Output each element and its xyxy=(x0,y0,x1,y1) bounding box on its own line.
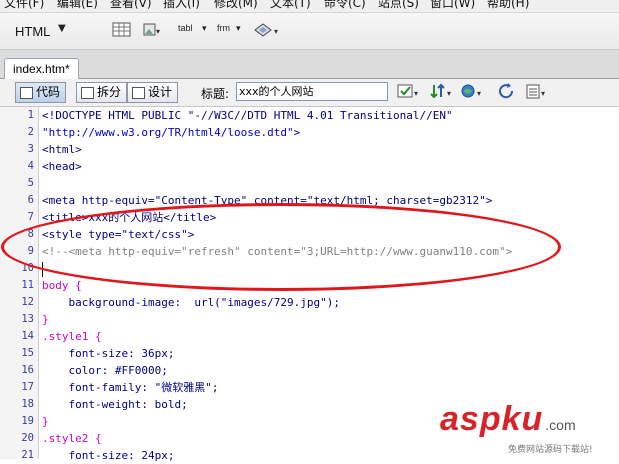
line-number: 12 xyxy=(21,296,34,308)
menu-edit[interactable]: 编辑(E) xyxy=(57,0,98,11)
refresh-icon[interactable] xyxy=(498,83,516,101)
code-line: .style1 { xyxy=(42,330,102,343)
code-line: <html> xyxy=(42,143,82,156)
line-number-gutter: 1 2 3 4 5 6 7 8 9 10 11 12 13 14 15 16 17 18 19 20 21 xyxy=(0,107,39,461)
line-number: 7 xyxy=(27,211,34,223)
file-management-icon[interactable]: ▾ xyxy=(429,83,455,101)
line-number: 3 xyxy=(27,143,34,155)
code-view-icon xyxy=(20,87,33,99)
svg-text:▾: ▾ xyxy=(414,89,418,98)
line-number: 5 xyxy=(27,177,34,189)
line-number: 18 xyxy=(21,398,34,410)
table-menu[interactable]: tabl xyxy=(178,23,193,33)
line-number: 11 xyxy=(21,279,34,291)
insert-category-select[interactable]: HTML xyxy=(15,24,50,39)
insert-bar: HTML ▼ ▾ tabl ▾ frm ▾ ▾ xyxy=(0,13,619,50)
menu-bar: 文件(F) 编辑(E) 查看(V) 插入(I) 修改(M) 文本(T) 命令(C… xyxy=(0,0,619,13)
code-line: color: #FF0000; xyxy=(42,364,168,377)
chevron-down-icon[interactable]: ▾ xyxy=(236,23,241,34)
svg-text:▾: ▾ xyxy=(541,89,545,98)
document-toolbar: 代码 拆分 设计 标题: xxx的个人网站 ▾ ▾ ▾ ▾ xyxy=(0,79,619,107)
line-number: 4 xyxy=(27,160,34,172)
code-view-button[interactable]: 代码 xyxy=(15,82,67,103)
menu-window[interactable]: 窗口(W) xyxy=(430,0,475,11)
tag-chooser-icon[interactable]: ▾ xyxy=(253,21,283,39)
code-view-label: 代码 xyxy=(36,85,61,99)
table-grid-icon[interactable] xyxy=(112,22,132,38)
line-number: 14 xyxy=(21,330,34,342)
document-tab[interactable]: index.htm* xyxy=(4,58,79,79)
line-number: 13 xyxy=(21,313,34,325)
chevron-down-icon[interactable]: ▾ xyxy=(202,23,207,34)
chevron-down-icon[interactable]: ▼ xyxy=(58,23,66,34)
title-input[interactable]: xxx的个人网站 xyxy=(236,82,388,101)
line-number: 2 xyxy=(27,126,34,138)
line-number: 19 xyxy=(21,415,34,427)
image-icon[interactable]: ▾ xyxy=(142,22,162,38)
line-number: 17 xyxy=(21,381,34,393)
menu-view[interactable]: 查看(V) xyxy=(110,0,152,11)
code-line: } xyxy=(42,415,49,428)
menu-help[interactable]: 帮助(H) xyxy=(487,0,529,11)
split-view-button[interactable]: 拆分 xyxy=(76,82,128,103)
watermark-brand: aspku xyxy=(440,400,544,438)
annotation-circle xyxy=(1,203,561,291)
menu-site[interactable]: 站点(S) xyxy=(378,0,419,11)
split-view-icon xyxy=(81,87,94,99)
view-options-icon[interactable]: ▾ xyxy=(526,83,550,101)
line-number: 6 xyxy=(27,194,34,206)
frame-menu[interactable]: frm xyxy=(217,23,230,33)
line-number: 16 xyxy=(21,364,34,376)
line-number: 21 xyxy=(21,449,34,461)
svg-text:▾: ▾ xyxy=(274,27,278,36)
svg-text:▾: ▾ xyxy=(447,89,451,98)
title-label: 标题: xyxy=(201,87,230,101)
menu-text[interactable]: 文本(T) xyxy=(270,0,311,11)
line-number: 20 xyxy=(21,432,34,444)
design-view-button[interactable]: 设计 xyxy=(127,82,179,103)
code-line: font-size: 36px; xyxy=(42,347,175,360)
code-line: background-image: url("images/729.jpg"); xyxy=(42,296,341,309)
menu-file[interactable]: 文件(F) xyxy=(4,0,44,11)
document-tab-bar: index.htm* xyxy=(0,50,619,79)
code-line: } xyxy=(42,313,49,326)
svg-text:▾: ▾ xyxy=(477,89,481,98)
watermark-suffix: .com xyxy=(545,417,576,433)
menu-insert[interactable]: 插入(I) xyxy=(163,0,200,11)
line-number: 15 xyxy=(21,347,34,359)
code-line: "http://www.w3.org/TR/html4/loose.dtd"> xyxy=(42,126,301,139)
code-line: <head> xyxy=(42,160,82,173)
watermark: aspku .com 免费网站源码下载站! xyxy=(440,400,593,455)
design-view-label: 设计 xyxy=(148,85,173,99)
browser-compat-check-icon[interactable]: ▾ xyxy=(397,83,423,101)
line-number: 1 xyxy=(27,109,34,121)
svg-text:▾: ▾ xyxy=(156,27,160,36)
menu-modify[interactable]: 修改(M) xyxy=(214,0,258,11)
code-line: <!DOCTYPE HTML PUBLIC "-//W3C//DTD HTML … xyxy=(42,109,453,122)
split-view-label: 拆分 xyxy=(97,85,122,99)
watermark-tagline: 免费网站源码下载站! xyxy=(508,445,593,455)
design-view-icon xyxy=(132,87,145,99)
code-line: font-weight: bold; xyxy=(42,398,188,411)
code-line: font-size: 24px; xyxy=(42,449,175,462)
preview-in-browser-icon[interactable]: ▾ xyxy=(460,83,486,101)
code-line: .style2 { xyxy=(42,432,102,445)
menu-commands[interactable]: 命令(C) xyxy=(324,0,366,11)
code-line: body { xyxy=(42,279,82,292)
code-line: font-family: "微软雅黑"; xyxy=(42,381,219,394)
